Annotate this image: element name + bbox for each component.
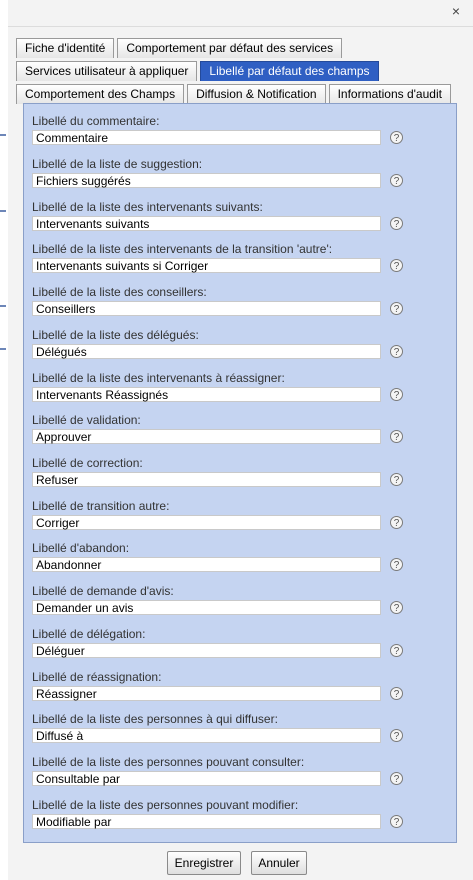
field-label: Libellé de délégation:: [32, 627, 146, 641]
field-diffuser: Libellé de la liste des personnes à qui …: [32, 712, 452, 743]
help-icon[interactable]: ?: [390, 516, 403, 529]
tab-informations-audit[interactable]: Informations d'audit: [328, 84, 451, 104]
field-delegation: Libellé de délégation: Déléguer ?: [32, 627, 452, 658]
text-input[interactable]: Délégués: [32, 344, 381, 359]
help-icon[interactable]: ?: [390, 644, 403, 657]
field-intervenants-reassigner: Libellé de la liste des intervenants à r…: [32, 371, 452, 402]
field-abandon: Libellé d'abandon: Abandonner ?: [32, 541, 452, 572]
text-input[interactable]: Déléguer: [32, 643, 381, 658]
text-input[interactable]: Demander un avis: [32, 600, 381, 615]
field-label: Libellé de validation:: [32, 413, 141, 427]
text-input[interactable]: Approuver: [32, 429, 381, 444]
field-label: Libellé de la liste des intervenants sui…: [32, 200, 263, 214]
field-modifier: Libellé de la liste des personnes pouvan…: [32, 798, 452, 829]
field-label: Libellé de la liste des personnes pouvan…: [32, 755, 305, 769]
field-demande-avis: Libellé de demande d'avis: Demander un a…: [32, 584, 452, 615]
help-icon[interactable]: ?: [390, 259, 403, 272]
field-label: Libellé de la liste des personnes à qui …: [32, 712, 278, 726]
help-icon[interactable]: ?: [390, 601, 403, 614]
tab-row-1: Fiche d'identité Comportement par défaut…: [16, 38, 464, 59]
field-commentaire: Libellé du commentaire: Commentaire ?: [32, 114, 452, 145]
close-icon[interactable]: ×: [449, 4, 463, 18]
help-icon[interactable]: ?: [390, 772, 403, 785]
help-icon[interactable]: ?: [390, 388, 403, 401]
field-delegues: Libellé de la liste des délégués: Délégu…: [32, 328, 452, 359]
help-icon[interactable]: ?: [390, 815, 403, 828]
field-label: Libellé de demande d'avis:: [32, 584, 174, 598]
field-reassignation: Libellé de réassignation: Réassigner ?: [32, 670, 452, 701]
field-correction: Libellé de correction: Refuser ?: [32, 456, 452, 487]
cancel-button[interactable]: Annuler: [251, 851, 307, 875]
field-label: Libellé de transition autre:: [32, 499, 170, 513]
tab-services-utilisateur[interactable]: Services utilisateur à appliquer: [16, 61, 198, 81]
tab-fiche-identite[interactable]: Fiche d'identité: [16, 38, 115, 58]
tab-diffusion-notification[interactable]: Diffusion & Notification: [187, 84, 326, 104]
tab-row-2: Services utilisateur à appliquer Libellé…: [16, 61, 464, 82]
text-input[interactable]: Intervenants suivants: [32, 216, 381, 231]
field-label: Libellé de correction:: [32, 456, 143, 470]
field-transition-autre: Libellé de transition autre: Corriger ?: [32, 499, 452, 530]
text-input[interactable]: Abandonner: [32, 557, 381, 572]
dialog-titlebar: ×: [8, 0, 473, 27]
field-label: Libellé de la liste des conseillers:: [32, 285, 207, 299]
tab-bar: Fiche d'identité Comportement par défaut…: [16, 38, 464, 107]
background-fragment: [0, 134, 6, 136]
help-icon[interactable]: ?: [390, 687, 403, 700]
tab-comportement-defaut-services[interactable]: Comportement par défaut des services: [117, 38, 343, 58]
settings-dialog: × Fiche d'identité Comportement par défa…: [8, 0, 473, 880]
text-input[interactable]: Intervenants Réassignés: [32, 387, 381, 402]
help-icon[interactable]: ?: [390, 302, 403, 315]
help-icon[interactable]: ?: [390, 131, 403, 144]
help-icon[interactable]: ?: [390, 217, 403, 230]
field-suggestion: Libellé de la liste de suggestion: Fichi…: [32, 157, 452, 188]
text-input[interactable]: Intervenants suivants si Corriger: [32, 258, 381, 273]
text-input[interactable]: Corriger: [32, 515, 381, 530]
help-icon[interactable]: ?: [390, 174, 403, 187]
field-label: Libellé de la liste des personnes pouvan…: [32, 798, 299, 812]
text-input[interactable]: Modifiable par: [32, 814, 381, 829]
save-button[interactable]: Enregistrer: [167, 851, 241, 875]
field-label: Libellé de la liste des intervenants à r…: [32, 371, 285, 385]
field-validation: Libellé de validation: Approuver ?: [32, 413, 452, 444]
field-label: Libellé d'abandon:: [32, 541, 130, 555]
text-input[interactable]: Commentaire: [32, 130, 381, 145]
field-label: Libellé de la liste des délégués:: [32, 328, 199, 342]
field-label: Libellé du commentaire:: [32, 114, 160, 128]
help-icon[interactable]: ?: [390, 430, 403, 443]
labels-panel: Libellé du commentaire: Commentaire ? Li…: [23, 103, 457, 843]
field-conseillers: Libellé de la liste des conseillers: Con…: [32, 285, 452, 316]
field-intervenants-suivants: Libellé de la liste des intervenants sui…: [32, 200, 452, 231]
help-icon[interactable]: ?: [390, 558, 403, 571]
tab-libelle-defaut-champs[interactable]: Libellé par défaut des champs: [200, 61, 379, 81]
text-input[interactable]: Fichiers suggérés: [32, 173, 381, 188]
text-input[interactable]: Réassigner: [32, 686, 381, 701]
field-label: Libellé de la liste des intervenants de …: [32, 242, 333, 256]
background-fragment: [0, 210, 6, 212]
tab-comportement-champs[interactable]: Comportement des Champs: [16, 84, 185, 104]
text-input[interactable]: Refuser: [32, 472, 381, 487]
text-input[interactable]: Consultable par: [32, 771, 381, 786]
background-fragment: [0, 348, 6, 350]
background-fragment: [0, 305, 6, 307]
field-intervenants-autre: Libellé de la liste des intervenants de …: [32, 242, 452, 273]
field-label: Libellé de la liste de suggestion:: [32, 157, 203, 171]
text-input[interactable]: Conseillers: [32, 301, 381, 316]
tab-row-3: Comportement des Champs Diffusion & Noti…: [16, 84, 464, 105]
field-label: Libellé de réassignation:: [32, 670, 162, 684]
help-icon[interactable]: ?: [390, 473, 403, 486]
field-consulter: Libellé de la liste des personnes pouvan…: [32, 755, 452, 786]
help-icon[interactable]: ?: [390, 345, 403, 358]
text-input[interactable]: Diffusé à: [32, 728, 381, 743]
help-icon[interactable]: ?: [390, 729, 403, 742]
